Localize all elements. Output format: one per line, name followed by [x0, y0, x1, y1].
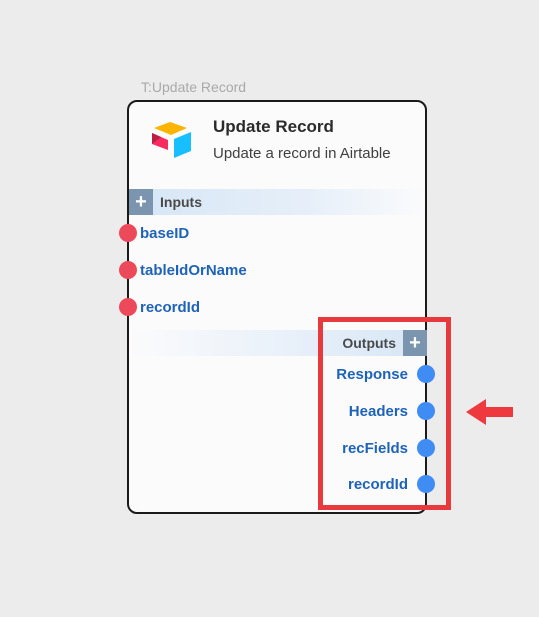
output-connector[interactable] [417, 402, 435, 420]
inputs-section-header: + Inputs [129, 189, 427, 215]
add-input-button[interactable]: + [129, 189, 153, 215]
outputs-label: Outputs [342, 335, 396, 351]
input-port-tableidorname[interactable]: tableIdOrName [119, 260, 247, 280]
output-port-label[interactable]: Headers [349, 403, 408, 420]
input-connector[interactable] [119, 261, 137, 279]
output-connector[interactable] [417, 439, 435, 457]
airtable-logo-icon [152, 122, 191, 158]
input-port-recordid[interactable]: recordId [119, 297, 200, 317]
outputs-section-header: Outputs + [129, 330, 427, 356]
node-description: Update a record in Airtable [213, 145, 391, 162]
inputs-label: Inputs [160, 194, 202, 210]
add-output-button[interactable]: + [403, 330, 427, 356]
input-connector[interactable] [119, 298, 137, 316]
output-port-recordid[interactable]: recordId [348, 474, 435, 494]
node-tag: T:Update Record [141, 79, 247, 95]
output-connector[interactable] [417, 475, 435, 493]
update-record-node[interactable]: Update Record Update a record in Airtabl… [119, 100, 435, 514]
input-port-label[interactable]: recordId [140, 299, 200, 316]
output-port-headers[interactable]: Headers [349, 401, 435, 421]
output-connector[interactable] [417, 365, 435, 383]
output-port-label[interactable]: Response [336, 366, 408, 383]
input-port-baseid[interactable]: baseID [119, 223, 189, 243]
canvas: T:Update Record Update Record Update a r… [0, 0, 539, 617]
node-title: Update Record [213, 117, 334, 136]
output-port-label[interactable]: recordId [348, 476, 408, 493]
input-connector[interactable] [119, 224, 137, 242]
output-port-label[interactable]: recFields [342, 440, 408, 457]
output-port-recfields[interactable]: recFields [342, 438, 435, 458]
input-port-label[interactable]: tableIdOrName [140, 262, 247, 279]
input-port-label[interactable]: baseID [140, 225, 189, 242]
output-port-response[interactable]: Response [336, 364, 435, 384]
left-arrow-icon [466, 399, 513, 425]
